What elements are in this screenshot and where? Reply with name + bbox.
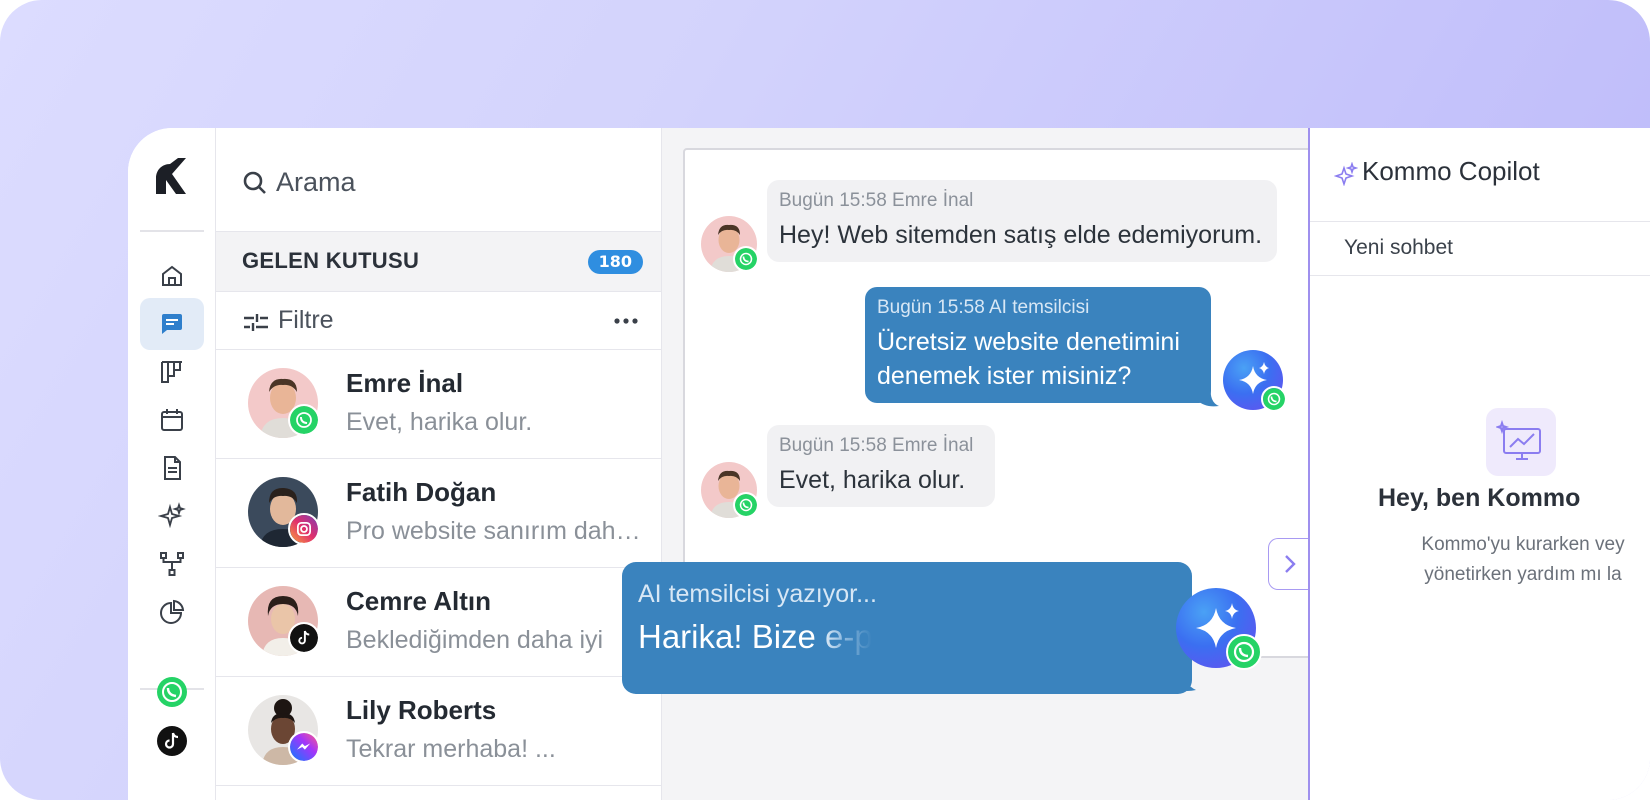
contact-name: Fatih Doğan — [346, 477, 497, 507]
rail-item-pipeline[interactable] — [140, 346, 204, 398]
conversation-item[interactable]: Fatih Doğan Pro website sanırım daha iyi… — [216, 459, 661, 568]
sidebar-rail — [128, 128, 216, 800]
rail-item-reports[interactable] — [140, 586, 204, 638]
inbox-header: GELEN KUTUSU 180 — [216, 232, 661, 292]
typing-indicator-bubble: AI temsilcisi yazıyor... Harika! Bize e-… — [622, 562, 1192, 694]
new-chat-button[interactable]: Yeni sohbet — [1310, 222, 1650, 276]
chart-pie-icon — [160, 599, 185, 624]
whatsapp-icon — [1226, 634, 1262, 670]
chat-icon — [162, 314, 182, 334]
message-bubble-incoming: Bugün 15:58 Emre İnal Evet, harika olur. — [767, 425, 995, 507]
message-preview: Evet, harika olur. — [346, 408, 533, 436]
whatsapp-icon — [1261, 386, 1287, 412]
copilot-description: Kommo'yu kurarken vey yönetirken yardım … — [1358, 530, 1650, 590]
contact-name: Cemre Altın — [346, 586, 491, 616]
filter-bar[interactable]: Filtre — [216, 292, 661, 350]
message-bubble-incoming: Bugün 15:58 Emre İnal Hey! Web sitemden … — [767, 180, 1277, 262]
chevron-right-icon — [1284, 555, 1296, 573]
filter-icon — [244, 314, 268, 331]
message-meta: Bugün 15:58 Emre İnal — [779, 435, 974, 456]
message-preview: Tekrar merhaba! ... — [346, 735, 556, 763]
calendar-icon — [161, 409, 183, 431]
copilot-panel: Kommo Copilot Yeni sohbet Hey, ben Kommo… — [1308, 128, 1650, 800]
instagram-icon — [288, 513, 320, 545]
contact-name: Emre İnal — [346, 368, 464, 398]
copilot-greeting: Hey, ben Kommo — [1378, 484, 1581, 512]
message-meta: Bugün 15:58 Emre İnal — [779, 190, 974, 211]
whatsapp-icon[interactable] — [155, 675, 189, 709]
rail-item-calendar[interactable] — [140, 394, 204, 446]
message-text-line: denemek ister misiniz? — [877, 362, 1132, 390]
copilot-empty-illustration — [1486, 408, 1556, 476]
message-preview: Pro website sanırım daha iyi olur — [346, 517, 646, 545]
message-bubble-outgoing: Bugün 15:58 AI temsilcisi Ücretsiz websi… — [865, 287, 1211, 403]
rail-item-chats[interactable] — [140, 298, 204, 350]
search-bar — [216, 128, 661, 232]
kommo-logo[interactable] — [152, 156, 192, 196]
conversation-item[interactable]: Lily Roberts Tekrar merhaba! ... — [216, 677, 661, 786]
home-icon — [162, 265, 182, 286]
typing-status: AI temsilcisi yazıyor... — [638, 580, 877, 608]
messenger-icon — [288, 731, 320, 763]
search-icon — [243, 171, 266, 194]
inbox-panel: GELEN KUTUSU 180 Filtre Emre İnal Evet, … — [216, 128, 662, 800]
sparkles-icon — [1334, 162, 1358, 186]
flow-icon — [160, 552, 184, 576]
typing-text: Harika! Bize e-postanı — [638, 618, 963, 655]
inbox-title: GELEN KUTUSU — [242, 248, 420, 273]
message-text: Hey! Web sitemden satış elde edemiyorum. — [779, 221, 1263, 249]
document-icon — [164, 456, 181, 480]
new-chat-label: Yeni sohbet — [1344, 236, 1453, 259]
conversation-item[interactable]: Emre İnal Evet, harika olur. — [216, 350, 661, 459]
copilot-title: Kommo Copilot — [1362, 156, 1540, 186]
message-preview: Beklediğimden daha iyi — [346, 626, 604, 654]
rail-item-documents[interactable] — [140, 442, 204, 494]
bubble-tail — [1197, 386, 1219, 407]
sparkles-icon — [158, 502, 186, 529]
search-input[interactable] — [276, 162, 616, 202]
message-text: Evet, harika olur. — [779, 466, 966, 494]
app-window: GELEN KUTUSU 180 Filtre Emre İnal Evet, … — [128, 128, 1650, 800]
contact-name: Lily Roberts — [346, 695, 497, 725]
unread-count-badge: 180 — [587, 250, 643, 274]
copilot-desc-line: yönetirken yardım mı la — [1424, 564, 1622, 585]
whatsapp-icon — [288, 404, 320, 436]
analytics-icon — [1496, 419, 1541, 460]
copilot-header: Kommo Copilot — [1310, 128, 1650, 222]
tiktok-icon[interactable] — [155, 724, 189, 758]
rail-item-automation[interactable] — [140, 538, 204, 590]
pipeline-icon — [161, 361, 182, 383]
whatsapp-icon — [733, 492, 759, 518]
whatsapp-icon — [733, 246, 759, 272]
filter-label: Filtre — [278, 306, 334, 334]
collapse-panel-button[interactable] — [1268, 538, 1310, 590]
rail-divider — [140, 230, 204, 232]
rail-item-home[interactable] — [140, 250, 204, 302]
conversation-item[interactable]: Cemre Altın Beklediğimden daha iyi — [216, 568, 661, 677]
tiktok-icon — [288, 622, 320, 654]
more-options-icon[interactable] — [613, 312, 639, 330]
rail-item-ai[interactable] — [140, 490, 204, 542]
message-meta: Bugün 15:58 AI temsilcisi — [877, 297, 1090, 318]
bubble-tail — [1166, 664, 1196, 691]
background: GELEN KUTUSU 180 Filtre Emre İnal Evet, … — [0, 0, 1650, 800]
copilot-desc-line: Kommo'yu kurarken vey — [1421, 534, 1625, 555]
message-text-line: Ücretsiz website denetimini — [877, 328, 1180, 356]
